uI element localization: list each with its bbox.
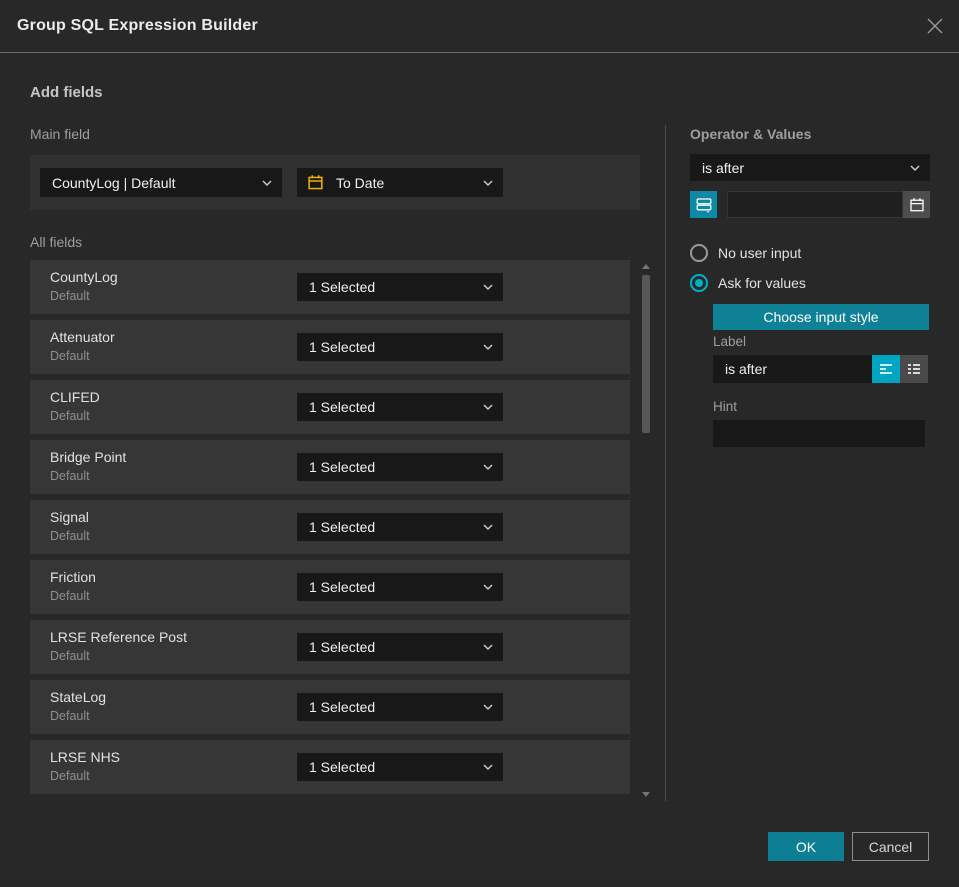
value-source-button[interactable] [690,191,717,218]
chevron-down-icon [483,464,503,470]
scroll-down-arrow-icon[interactable] [642,792,650,797]
field-selection-dropdown[interactable]: 1 Selected [297,453,503,481]
field-selection-dropdown[interactable]: 1 Selected [297,273,503,301]
main-field-dropdown-value: CountyLog | Default [52,174,176,191]
field-row-clifed: CLIFED Default 1 Selected [30,380,630,434]
chevron-down-icon [483,764,503,770]
single-line-style-button[interactable] [872,355,900,383]
field-row-lrse-reference-post: LRSE Reference Post Default 1 Selected [30,620,630,674]
close-icon[interactable] [922,13,948,39]
main-field-panel: CountyLog | Default To Date [30,155,640,210]
field-subtitle: Default [50,649,90,663]
field-row-signal: Signal Default 1 Selected [30,500,630,554]
scroll-up-arrow-icon[interactable] [642,264,650,269]
calendar-icon [297,174,324,191]
chevron-down-icon [483,344,503,350]
field-name: LRSE Reference Post [50,629,187,645]
chevron-down-icon [483,404,503,410]
cancel-button[interactable]: Cancel [852,832,929,861]
choose-input-style-button[interactable]: Choose input style [713,304,929,330]
label-label: Label [713,334,747,349]
title-bar: Group SQL Expression Builder [0,0,959,53]
main-field-label: Main field [30,126,90,142]
field-selection-dropdown[interactable]: 1 Selected [297,753,503,781]
chevron-down-icon [483,644,503,650]
hint-label: Hint [713,399,738,414]
field-selection-dropdown[interactable]: 1 Selected [297,393,503,421]
field-name: StateLog [50,689,107,705]
field-name: LRSE NHS [50,749,121,765]
chevron-down-icon [483,180,503,186]
radio-ask-for-values[interactable]: Ask for values [690,274,806,292]
field-subtitle: Default [50,349,90,363]
date-picker-button[interactable] [903,191,930,218]
value-input[interactable] [727,191,903,218]
add-fields-heading: Add fields [30,84,103,101]
field-subtitle: Default [50,769,90,783]
field-type-dropdown[interactable]: To Date [297,168,503,197]
chevron-down-icon [483,584,503,590]
chevron-down-icon [483,284,503,290]
field-row-friction: Friction Default 1 Selected [30,560,630,614]
field-selection-dropdown[interactable]: 1 Selected [297,693,503,721]
radio-no-user-input[interactable]: No user input [690,244,801,262]
radio-selected-icon [690,274,708,292]
hint-input[interactable] [713,420,925,447]
chevron-down-icon [262,180,282,186]
main-field-dropdown[interactable]: CountyLog | Default [40,168,282,197]
field-subtitle: Default [50,589,90,603]
field-subtitle: Default [50,709,90,723]
field-name: Friction [50,569,96,585]
fields-scrollbar[interactable] [640,260,652,801]
field-subtitle: Default [50,409,90,423]
field-name: Bridge Point [50,449,127,465]
ok-button[interactable]: OK [768,832,844,861]
field-selection-dropdown[interactable]: 1 Selected [297,513,503,541]
field-subtitle: Default [50,529,90,543]
field-type-dropdown-value: To Date [336,174,385,191]
all-fields-label: All fields [30,234,83,250]
chevron-down-icon [483,704,503,710]
operator-dropdown[interactable]: is after [690,154,930,181]
field-row-countylog: CountyLog Default 1 Selected [30,260,630,314]
field-row-attenuator: Attenuator Default 1 Selected [30,320,630,374]
field-row-statelog: StateLog Default 1 Selected [30,680,630,734]
dialog-title: Group SQL Expression Builder [17,17,258,34]
group-sql-expression-builder-dialog: Group SQL Expression Builder Add fields … [0,0,959,887]
field-selection-dropdown[interactable]: 1 Selected [297,633,503,661]
field-name: Signal [50,509,89,525]
field-subtitle: Default [50,289,90,303]
radio-icon [690,244,708,262]
field-selection-dropdown[interactable]: 1 Selected [297,573,503,601]
chevron-down-icon [483,524,503,530]
field-name: CLIFED [50,389,100,405]
field-selection-dropdown[interactable]: 1 Selected [297,333,503,361]
field-row-bridge-point: Bridge Point Default 1 Selected [30,440,630,494]
panel-divider [665,125,666,801]
field-row-lrse-nhs: LRSE NHS Default 1 Selected [30,740,630,794]
list-style-button[interactable] [900,355,928,383]
scrollbar-thumb[interactable] [642,275,650,433]
chevron-down-icon [910,165,930,171]
operator-dropdown-value: is after [702,159,745,176]
operator-values-heading: Operator & Values [690,126,812,142]
field-name: Attenuator [50,329,115,345]
field-name: CountyLog [50,269,118,285]
label-input[interactable] [713,355,872,383]
field-subtitle: Default [50,469,90,483]
